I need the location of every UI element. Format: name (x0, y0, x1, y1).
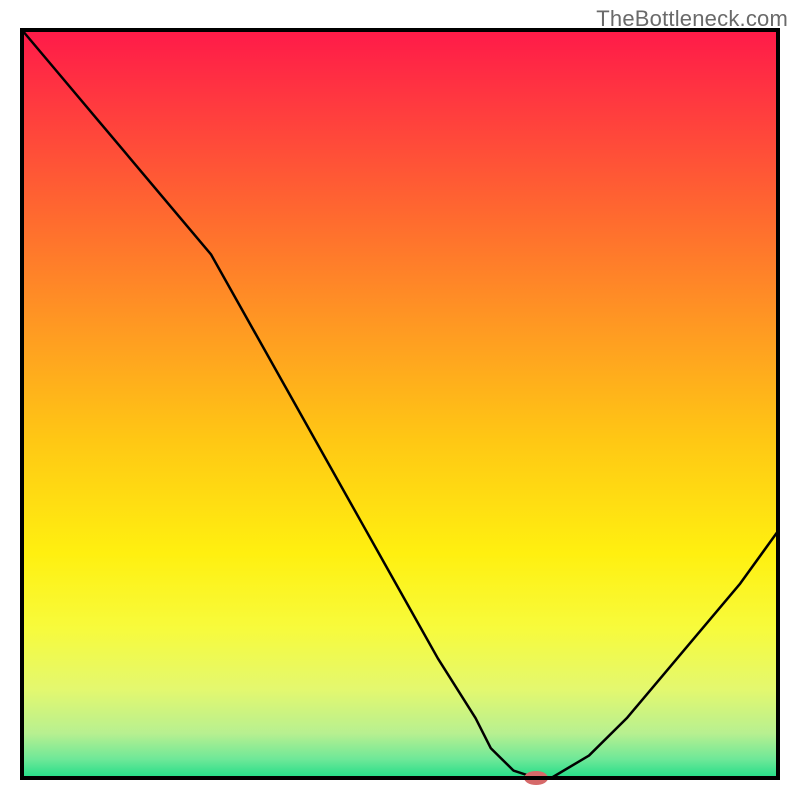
bottleneck-chart (0, 0, 800, 800)
watermark-label: TheBottleneck.com (596, 6, 788, 32)
plot-background (22, 30, 778, 778)
chart-container: TheBottleneck.com (0, 0, 800, 800)
